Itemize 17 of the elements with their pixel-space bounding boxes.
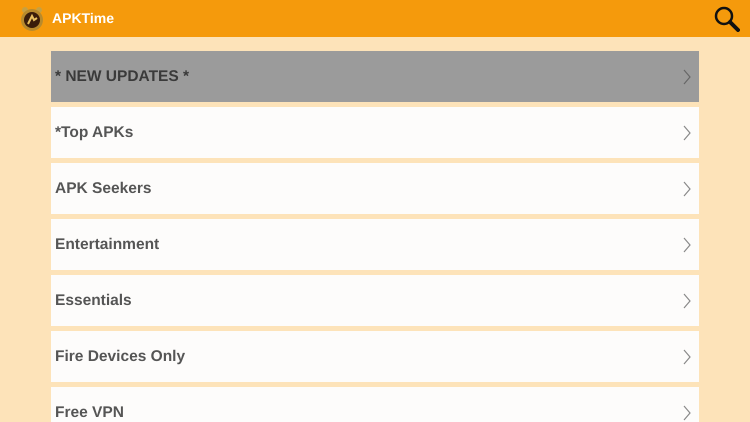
chevron-right-icon	[683, 124, 691, 140]
app-title: APKTime	[52, 9, 114, 28]
chevron-right-icon	[683, 404, 691, 420]
category-item[interactable]: Essentials	[51, 275, 699, 326]
search-icon[interactable]	[714, 6, 740, 32]
chevron-right-icon	[683, 68, 691, 84]
chevron-right-icon	[683, 180, 691, 196]
category-item[interactable]: APK Seekers	[51, 163, 699, 214]
chevron-right-icon	[683, 236, 691, 252]
category-item[interactable]: Fire Devices Only	[51, 331, 699, 382]
category-item[interactable]: Entertainment	[51, 219, 699, 270]
chevron-right-icon	[683, 348, 691, 364]
chevron-right-icon	[683, 292, 691, 308]
category-item[interactable]: * NEW UPDATES *	[51, 51, 699, 102]
category-item[interactable]: *Top APKs	[51, 107, 699, 158]
category-item[interactable]: Free VPN	[51, 387, 699, 422]
clock-logo-icon	[20, 6, 44, 32]
